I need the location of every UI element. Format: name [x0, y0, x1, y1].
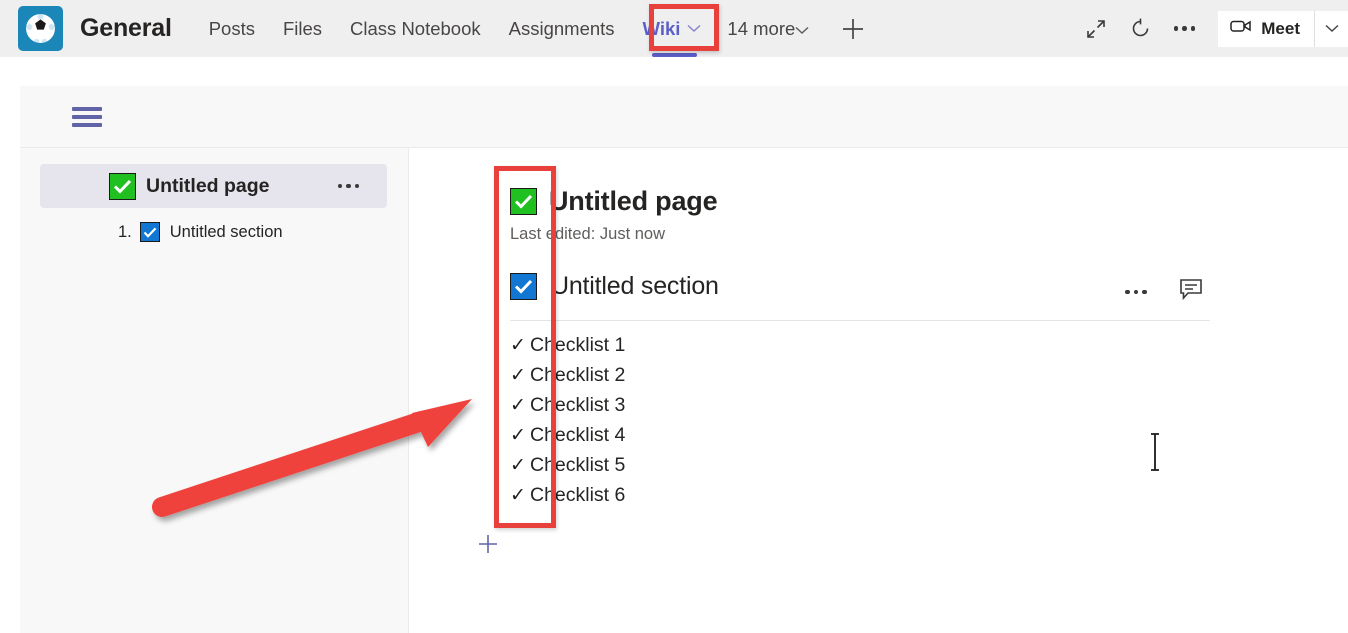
tab-class-notebook[interactable]: Class Notebook	[336, 0, 495, 57]
checklist: ✓ Checklist 1 ✓ Checklist 2 ✓ Checklist …	[510, 334, 625, 514]
refresh-circular-arrow-icon[interactable]	[1118, 7, 1162, 51]
more-horizontal-icon[interactable]	[1162, 7, 1206, 51]
green-checked-checkbox[interactable]	[109, 172, 136, 200]
list-item-label: Checklist 6	[530, 484, 626, 506]
section-divider	[510, 320, 1210, 321]
plus-icon	[843, 18, 864, 39]
green-checked-checkbox[interactable]	[510, 188, 537, 215]
team-name: General	[80, 14, 172, 42]
soccer-ball-icon	[18, 6, 63, 51]
check-mark-icon: ✓	[510, 455, 526, 476]
add-tab-button[interactable]	[835, 11, 871, 47]
chevron-down-icon	[1324, 20, 1339, 38]
section-toolbar	[1125, 278, 1235, 306]
list-item[interactable]: ✓ Checklist 5	[510, 454, 625, 484]
wiki-content-pane: Untitled page Last edited: Just now Unti…	[410, 148, 1348, 633]
sidebar-section-number: 1.	[118, 222, 132, 241]
list-item-label: Checklist 4	[530, 424, 626, 446]
meet-button[interactable]: Meet	[1218, 10, 1314, 47]
expand-diagonal-icon[interactable]	[1074, 7, 1118, 51]
list-item[interactable]: ✓ Checklist 3	[510, 394, 625, 424]
tab-wiki-label: Wiki	[642, 17, 681, 39]
list-item[interactable]: ✓ Checklist 2	[510, 364, 625, 394]
video-camera-icon	[1230, 18, 1252, 39]
more-horizontal-icon[interactable]	[1125, 289, 1147, 295]
check-mark-icon: ✓	[510, 365, 526, 386]
chevron-down-icon	[795, 18, 809, 40]
list-item[interactable]: ✓ Checklist 6	[510, 484, 625, 514]
section-title[interactable]: Untitled section	[551, 272, 719, 301]
plus-icon	[479, 535, 497, 553]
check-mark-icon: ✓	[510, 485, 526, 506]
section-title-row: Untitled section	[510, 272, 1210, 301]
last-edited-label: Last edited: Just now	[510, 225, 666, 243]
active-tab-indicator	[652, 53, 697, 57]
teams-wiki-screen: General Posts Files Class Notebook Assig…	[0, 0, 1348, 633]
tab-files[interactable]: Files	[269, 0, 336, 57]
list-item-label: Checklist 5	[530, 454, 626, 476]
sidebar-item-untitled-page-label: Untitled page	[146, 174, 270, 197]
meet-button-label: Meet	[1261, 18, 1300, 38]
check-mark-icon: ✓	[510, 425, 526, 446]
chevron-down-icon[interactable]	[687, 24, 701, 33]
hamburger-menu-icon[interactable]	[72, 103, 102, 131]
add-block-button[interactable]	[477, 533, 499, 560]
wiki-sidebar: Untitled page 1. Untitled section	[20, 148, 409, 633]
list-item-label: Checklist 1	[530, 334, 626, 356]
tab-wiki[interactable]: Wiki	[629, 0, 716, 57]
list-item-label: Checklist 2	[530, 364, 626, 386]
tab-posts[interactable]: Posts	[195, 0, 269, 57]
sidebar-item-untitled-section[interactable]: 1. Untitled section	[40, 222, 283, 242]
tab-posts-label: Posts	[208, 17, 255, 39]
tab-overflow-button[interactable]: 14 more	[715, 0, 821, 57]
blue-checked-checkbox[interactable]	[139, 222, 160, 242]
channel-toolbar: Meet	[1074, 0, 1348, 57]
blue-checked-checkbox[interactable]	[510, 273, 537, 300]
meet-dropdown-button[interactable]	[1314, 10, 1348, 47]
sidebar-item-untitled-page[interactable]: Untitled page	[40, 164, 387, 208]
wiki-header-bar	[20, 86, 1348, 148]
list-item[interactable]: ✓ Checklist 4	[510, 424, 625, 454]
list-item[interactable]: ✓ Checklist 1	[510, 334, 625, 364]
check-mark-icon: ✓	[510, 395, 526, 416]
tab-files-label: Files	[282, 17, 323, 39]
check-mark-icon: ✓	[510, 335, 526, 356]
tab-overflow-label: 14 more	[727, 17, 796, 39]
tab-assignments-label: Assignments	[508, 17, 615, 39]
comment-bubble-icon[interactable]	[1179, 278, 1203, 306]
channel-tab-bar: General Posts Files Class Notebook Assig…	[0, 0, 1348, 57]
page-title-row: Untitled page	[510, 186, 718, 217]
text-cursor-icon	[1148, 432, 1162, 472]
list-item-label: Checklist 3	[530, 394, 626, 416]
more-horizontal-icon[interactable]	[337, 183, 359, 189]
tab-list: Posts Files Class Notebook Assignments W…	[195, 0, 872, 57]
sidebar-item-untitled-section-label: Untitled section	[169, 222, 283, 241]
tab-assignments[interactable]: Assignments	[495, 0, 629, 57]
page-title[interactable]: Untitled page	[549, 186, 718, 217]
tab-class-notebook-label: Class Notebook	[350, 17, 481, 39]
